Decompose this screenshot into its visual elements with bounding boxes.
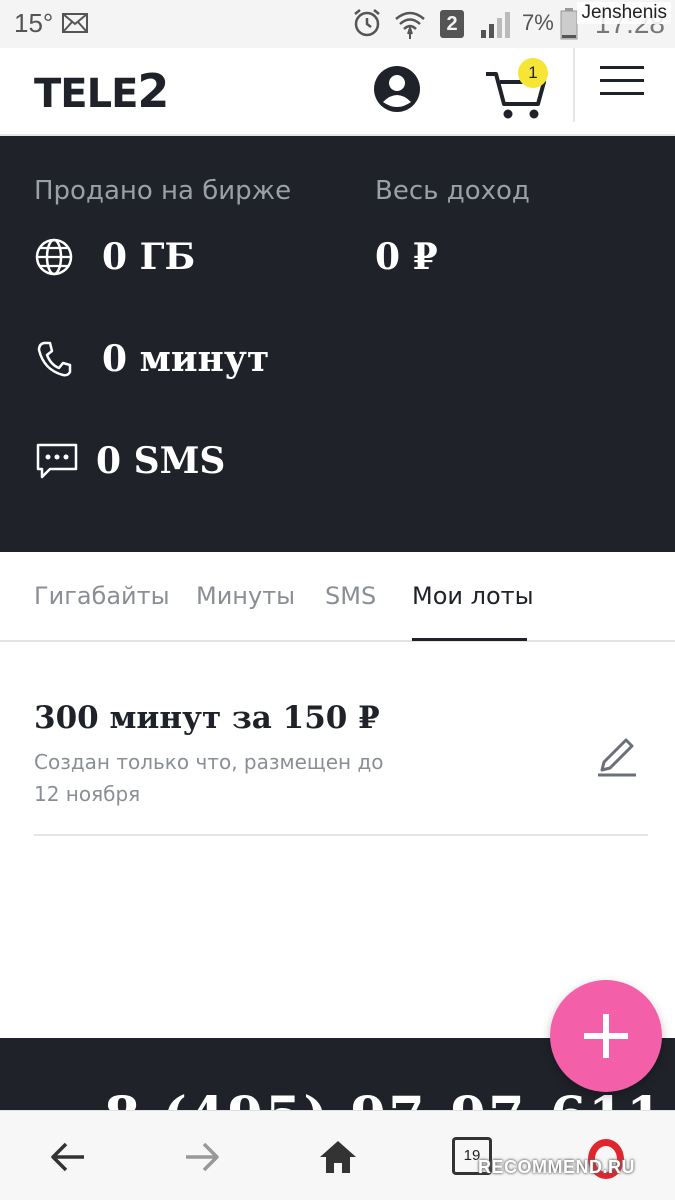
user-icon[interactable]: [372, 64, 422, 114]
hamburger-menu-icon[interactable]: [600, 66, 652, 106]
forward-arrow-icon[interactable]: [180, 1135, 224, 1179]
globe-icon: [35, 238, 73, 276]
battery-icon: [560, 8, 578, 40]
exchange-stats-panel: Продано на бирже Весь доход 0 ГБ 0 минут…: [0, 136, 675, 552]
tab-bar: Гигабайты Минуты SMS Мои лоты: [0, 552, 675, 642]
header-divider: [573, 48, 575, 122]
lot-item[interactable]: 300 минут за 150 ₽ Создан только что, ра…: [34, 700, 648, 836]
lot-subtitle: Создан только что, размещен до 12 ноября: [34, 750, 384, 806]
battery-percent: 7%: [522, 10, 554, 35]
sim-badge: 2: [440, 10, 464, 38]
tab-gigabytes[interactable]: Гигабайты: [34, 582, 170, 610]
add-lot-fab-button[interactable]: [550, 980, 662, 1092]
sold-label: Продано на бирже: [34, 176, 292, 206]
home-icon[interactable]: [316, 1135, 360, 1179]
signal-icon: [481, 12, 510, 38]
income-value: 0 ₽: [375, 236, 438, 278]
gb-value: 0 ГБ: [102, 236, 196, 278]
stat-sms: 0 SMS: [34, 440, 225, 482]
status-bar: 15° 2 7% 17:28 Jenshenis: [0, 0, 675, 48]
income-label: Весь доход: [375, 176, 530, 206]
sms-value: 0 SMS: [96, 440, 226, 482]
browser-bottom-bar: 19 RECOMMEND.RU: [0, 1110, 675, 1200]
minutes-value: 0 минут: [102, 338, 270, 380]
cart-badge: 1: [518, 58, 548, 88]
tele2-logo[interactable]: TELE2: [34, 64, 169, 118]
wifi-icon: [395, 11, 425, 39]
tab-sms[interactable]: SMS: [325, 582, 376, 610]
logo-text: TELE: [34, 71, 138, 117]
edit-pencil-icon[interactable]: [596, 732, 638, 778]
tab-my-lots[interactable]: Мои лоты: [412, 582, 534, 610]
stat-minutes: 0 минут: [34, 338, 269, 380]
lot-title: 300 минут за 150 ₽: [34, 700, 380, 736]
app-header: TELE2 1: [0, 48, 675, 136]
stat-gb: 0 ГБ: [34, 236, 195, 278]
alarm-icon: [354, 9, 380, 37]
tab-minutes[interactable]: Минуты: [196, 582, 295, 610]
mail-icon: [62, 13, 88, 33]
back-arrow-icon[interactable]: [46, 1135, 90, 1179]
phone-icon: [37, 341, 72, 377]
author-watermark: Jenshenis: [577, 2, 671, 24]
site-watermark: RECOMMEND.RU: [478, 1157, 635, 1177]
logo-digit: 2: [137, 64, 169, 118]
active-tab-indicator: [412, 638, 527, 641]
temperature: 15°: [14, 8, 54, 38]
chat-icon: [36, 443, 78, 479]
